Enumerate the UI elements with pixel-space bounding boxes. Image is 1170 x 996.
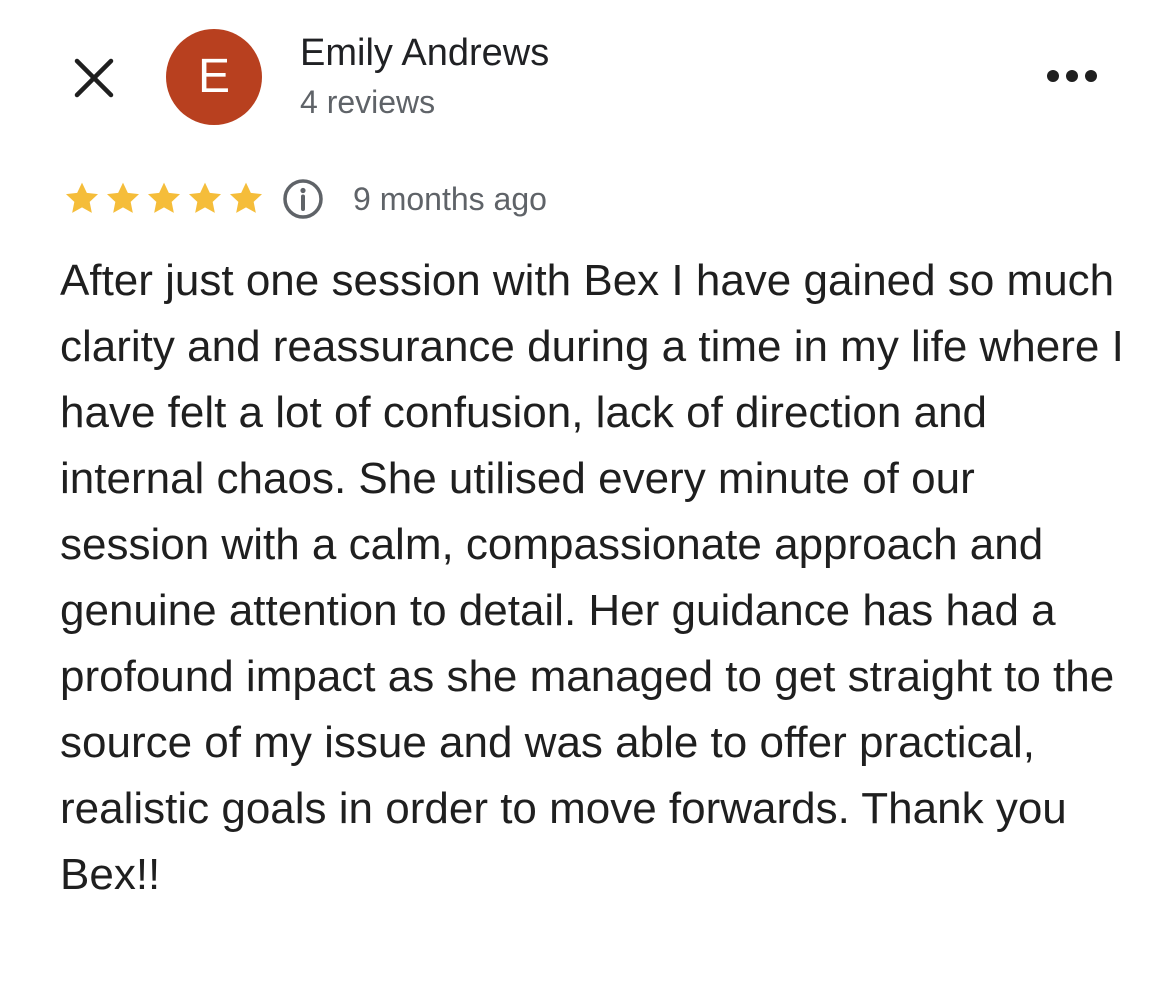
reviewer-name[interactable]: Emily Andrews bbox=[300, 32, 549, 75]
close-button[interactable] bbox=[66, 50, 122, 106]
info-icon bbox=[283, 179, 323, 219]
avatar[interactable]: E bbox=[166, 29, 262, 125]
review-count: 4 reviews bbox=[300, 84, 436, 120]
star-rating bbox=[62, 179, 267, 219]
star-icon bbox=[148, 182, 180, 213]
star-icon bbox=[107, 182, 139, 213]
info-button[interactable] bbox=[281, 177, 325, 221]
rating-row: 9 months ago bbox=[62, 174, 547, 224]
review-text: After just one session with Bex I have g… bbox=[60, 256, 1124, 899]
avatar-letter: E bbox=[197, 50, 230, 103]
review-time: 9 months ago bbox=[353, 180, 547, 217]
more-options-button[interactable] bbox=[1040, 56, 1104, 96]
close-icon bbox=[74, 58, 114, 98]
star-icon bbox=[189, 182, 221, 213]
more-horizontal-icon bbox=[1047, 70, 1097, 82]
star-icon bbox=[66, 182, 98, 213]
star-icon bbox=[230, 182, 262, 213]
